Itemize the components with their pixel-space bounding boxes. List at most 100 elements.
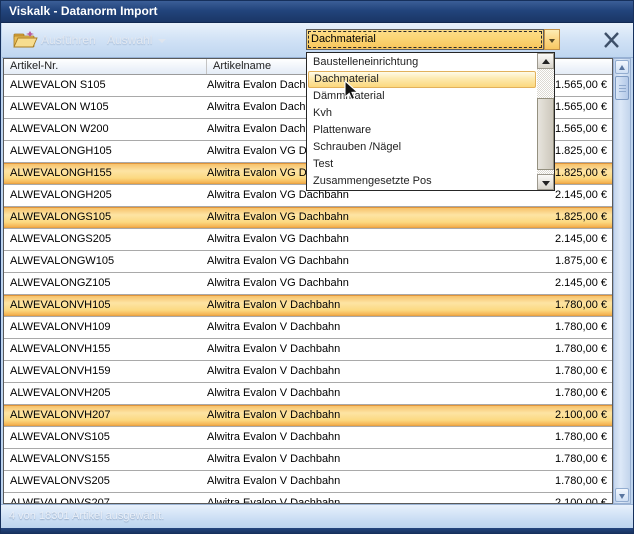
cell-artikel-nr: ALWEVALON W105 [4,97,207,118]
cell-artikel-nr: ALWEVALONVH109 [4,317,207,338]
cell-artikelname: Alwitra Evalon V Dachbahn [207,493,472,503]
open-folder-icon[interactable] [12,28,38,52]
cell-artikelname: Alwitra Evalon VG Dachbahn [207,229,472,250]
scroll-up-button[interactable] [615,60,629,74]
cell-price: 1.875,00 € [472,251,612,272]
cell-artikel-nr: ALWEVALONGS205 [4,229,207,250]
table-row[interactable]: ALWEVALONVH105Alwitra Evalon V Dachbahn1… [4,295,612,317]
cell-artikel-nr: ALWEVALONGS105 [4,207,207,228]
auswahl-button[interactable]: Auswahl [107,33,166,47]
auswahl-label: Auswahl [107,33,152,47]
close-icon [600,28,624,52]
table-row[interactable]: ALWEVALONVH109Alwitra Evalon V Dachbahn1… [4,317,612,339]
dropdown-scrollbar-thumb[interactable] [537,98,554,170]
dropdown-option[interactable]: Test [308,156,536,173]
cell-artikel-nr: ALWEVALONGH205 [4,185,207,206]
combobox-value: Dachmaterial [307,30,543,48]
cell-artikel-nr: ALWEVALON S105 [4,75,207,96]
arrow-up-icon [542,59,550,64]
cell-price: 2.145,00 € [472,229,612,250]
cell-artikelname: Alwitra Evalon V Dachbahn [207,471,472,492]
combobox-dropdown-list: BaustelleneinrichtungDachmaterialDämmmat… [306,52,555,191]
window-bottom-edge [1,528,633,534]
arrow-up-icon [619,65,625,70]
dropdown-option[interactable]: Baustelleneinrichtung [308,54,536,71]
table-row[interactable]: ALWEVALONVH207Alwitra Evalon V Dachbahn2… [4,405,612,427]
cell-price: 1.780,00 € [472,361,612,382]
cell-artikelname: Alwitra Evalon VG Dachbahn [207,207,472,228]
cell-artikel-nr: ALWEVALONGW105 [4,251,207,272]
dropdown-scroll-up-button[interactable] [537,53,554,69]
dropdown-option[interactable]: Dachmaterial [308,71,536,88]
cell-artikel-nr: ALWEVALONVS155 [4,449,207,470]
cell-artikel-nr: ALWEVALONGZ105 [4,273,207,294]
table-row[interactable]: ALWEVALONVH205Alwitra Evalon V Dachbahn1… [4,383,612,405]
table-row[interactable]: ALWEVALONGS205Alwitra Evalon VG Dachbahn… [4,229,612,251]
viskalk-window: Viskalk - Datanorm Import Ausführen Ausw… [0,0,634,534]
dropdown-option[interactable]: Schrauben /Nägel [308,139,536,156]
close-button[interactable] [600,28,624,52]
window-title: Viskalk - Datanorm Import [1,1,633,22]
category-combobox[interactable]: Dachmaterial [306,29,544,50]
chevron-down-icon [549,39,555,43]
cell-artikelname: Alwitra Evalon V Dachbahn [207,317,472,338]
arrow-down-icon [542,181,550,186]
cell-artikel-nr: ALWEVALONVH205 [4,383,207,404]
table-row[interactable]: ALWEVALONVS155Alwitra Evalon V Dachbahn1… [4,449,612,471]
table-scrollbar[interactable] [613,58,631,504]
cell-artikel-nr: ALWEVALONGH155 [4,163,207,184]
status-text: 4 von 18301 Artikel ausgewählt. [9,510,164,522]
column-header-artikel-nr[interactable]: Artikel-Nr. [4,59,207,74]
dropdown-options: BaustelleneinrichtungDachmaterialDämmmat… [308,54,536,189]
dropdown-scrollbar[interactable] [537,53,554,190]
dropdown-option[interactable]: Dämmmaterial [308,88,536,105]
cell-price: 2.100,00 € [472,405,612,426]
table-row[interactable]: ALWEVALONVS205Alwitra Evalon V Dachbahn1… [4,471,612,493]
dropdown-option[interactable]: Kvh [308,105,536,122]
table-row[interactable]: ALWEVALONVH159Alwitra Evalon V Dachbahn1… [4,361,612,383]
ausfuehren-button[interactable]: Ausführen [41,33,96,47]
cell-artikelname: Alwitra Evalon V Dachbahn [207,427,472,448]
cell-price: 1.825,00 € [472,207,612,228]
table-row[interactable]: ALWEVALONGZ105Alwitra Evalon VG Dachbahn… [4,273,612,295]
dropdown-option[interactable]: Zusammengesetzte Pos [308,173,536,190]
cell-price: 1.780,00 € [472,317,612,338]
cell-artikel-nr: ALWEVALONVH105 [4,295,207,316]
table-row[interactable]: ALWEVALONGS105Alwitra Evalon VG Dachbahn… [4,207,612,229]
scroll-down-button[interactable] [615,488,629,502]
cell-artikel-nr: ALWEVALONGH105 [4,141,207,162]
cell-price: 1.780,00 € [472,383,612,404]
open-folder-glyph [12,28,38,52]
table-row[interactable]: ALWEVALONVS105Alwitra Evalon V Dachbahn1… [4,427,612,449]
arrow-down-icon [619,494,625,499]
cell-artikel-nr: ALWEVALONVS205 [4,471,207,492]
statusbar: 4 von 18301 Artikel ausgewählt. 100 % [1,504,633,528]
cell-artikel-nr: ALWEVALONVH159 [4,361,207,382]
cell-artikelname: Alwitra Evalon V Dachbahn [207,361,472,382]
cell-artikel-nr: ALWEVALONVH155 [4,339,207,360]
dropdown-scroll-down-button[interactable] [537,174,554,190]
cell-artikelname: Alwitra Evalon VG Dachbahn [207,251,472,272]
chevron-down-icon [158,39,166,43]
cell-price: 2.100,00 € [472,493,612,503]
cell-price: 1.780,00 € [472,449,612,470]
cell-artikel-nr: ALWEVALONVH207 [4,405,207,426]
cell-artikel-nr: ALWEVALONVS207 [4,493,207,503]
mouse-cursor-icon [344,80,362,107]
cell-artikelname: Alwitra Evalon V Dachbahn [207,405,472,426]
table-row[interactable]: ALWEVALONGW105Alwitra Evalon VG Dachbahn… [4,251,612,273]
cell-artikelname: Alwitra Evalon VG Dachbahn [207,273,472,294]
cell-artikel-nr: ALWEVALON W200 [4,119,207,140]
scrollbar-thumb[interactable] [615,76,629,100]
cell-artikelname: Alwitra Evalon V Dachbahn [207,449,472,470]
cell-price: 1.780,00 € [472,295,612,316]
titlebar[interactable]: Viskalk - Datanorm Import [1,1,633,23]
table-row[interactable]: ALWEVALONVH155Alwitra Evalon V Dachbahn1… [4,339,612,361]
cell-price: 1.780,00 € [472,339,612,360]
cell-price: 1.780,00 € [472,471,612,492]
cell-artikelname: Alwitra Evalon V Dachbahn [207,339,472,360]
cell-price: 2.145,00 € [472,273,612,294]
table-row[interactable]: ALWEVALONVS207Alwitra Evalon V Dachbahn2… [4,493,612,503]
combobox-dropdown-button[interactable] [544,29,560,50]
dropdown-option[interactable]: Plattenware [308,122,536,139]
